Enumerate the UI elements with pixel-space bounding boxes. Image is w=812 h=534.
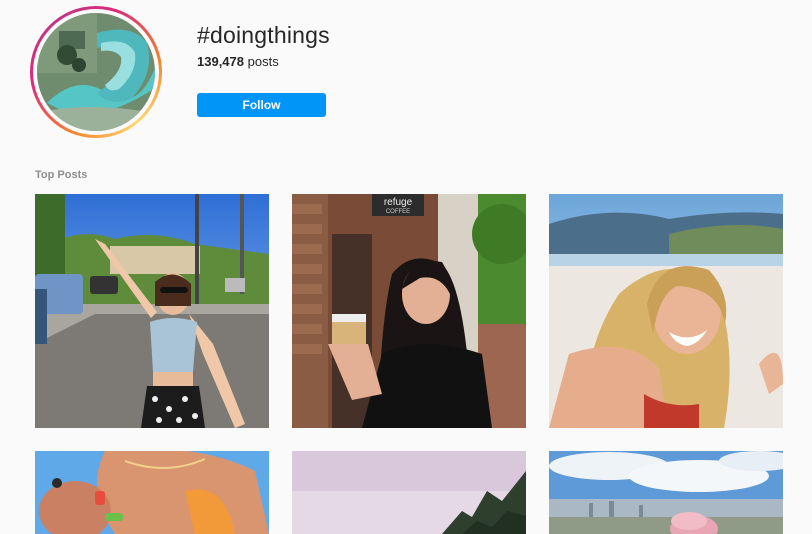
avatar-image — [37, 13, 155, 131]
post-thumbnail-pink-sky-trees[interactable] — [292, 451, 526, 534]
post-thumbnail-orange-top[interactable] — [35, 451, 269, 534]
follow-button[interactable]: Follow — [197, 93, 326, 117]
top-posts-label: Top Posts — [35, 169, 88, 181]
post-count-suffix: posts — [247, 54, 279, 69]
post-thumbnail-coffee-woman[interactable]: refuge COFFEE — [292, 194, 526, 428]
hashtag-title: #doingthings — [197, 22, 330, 48]
post-thumbnail-street-woman[interactable] — [35, 194, 269, 428]
post-count-number: 139,478 — [197, 54, 244, 69]
coffee-sign-subtitle: COFFEE — [386, 209, 410, 215]
post-thumbnail-beach-woman[interactable] — [549, 194, 783, 428]
post-count: 139,478 posts — [197, 54, 279, 69]
post-thumbnail-city-view[interactable] — [549, 451, 783, 534]
coffee-sign-title: refuge — [384, 197, 413, 208]
hashtag-avatar — [30, 6, 162, 138]
